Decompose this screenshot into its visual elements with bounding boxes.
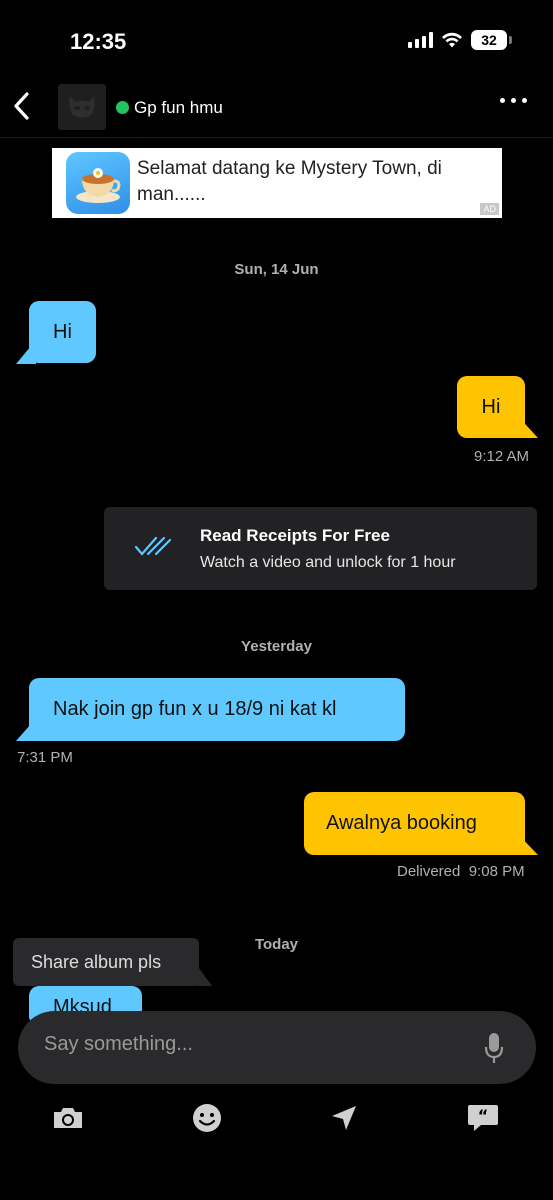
incoming-message[interactable]: Nak join gp fun x u 18/9 ni kat kl	[29, 678, 405, 741]
signal-icon	[408, 32, 433, 48]
wifi-icon	[442, 32, 462, 48]
status-icons: 32	[408, 30, 512, 50]
back-arrow-icon[interactable]	[10, 92, 34, 120]
message-time: 9:12 AM	[474, 448, 530, 465]
emoji-icon[interactable]	[189, 1100, 225, 1136]
ad-text: Selamat datang ke Mystery Town, di man..…	[137, 158, 442, 205]
message-time: 7:31 PM	[17, 749, 73, 766]
ad-badge: AD	[480, 203, 499, 215]
mask-icon	[69, 96, 95, 118]
ad-app-icon	[66, 152, 130, 214]
delivery-status-text: Delivered	[397, 863, 461, 880]
ad-banner[interactable]: Selamat datang ke Mystery Town, di man..…	[52, 148, 502, 218]
message-composer	[18, 1011, 536, 1084]
date-separator: Yesterday	[241, 638, 312, 655]
chat-header: Gp fun hmu	[0, 70, 553, 138]
quick-reply-tooltip[interactable]: Share album pls	[13, 938, 199, 986]
promo-title: Read Receipts For Free	[200, 526, 390, 545]
svg-text:“: “	[478, 1106, 489, 1125]
camera-icon[interactable]	[50, 1100, 86, 1136]
delivery-status: Delivered 9:08 PM	[397, 863, 525, 880]
microphone-icon[interactable]	[484, 1032, 504, 1064]
outgoing-message[interactable]: Awalnya booking	[304, 792, 525, 855]
battery-indicator: 32	[471, 30, 512, 50]
location-icon[interactable]	[326, 1100, 362, 1136]
bottom-toolbar: “	[0, 1100, 553, 1140]
online-status-dot	[116, 101, 129, 114]
date-separator: Sun, 14 Jun	[234, 261, 319, 278]
double-check-icon	[134, 536, 172, 556]
message-input[interactable]	[44, 1033, 464, 1056]
quick-reply-icon[interactable]: “	[465, 1100, 501, 1136]
outgoing-message[interactable]: Hi	[457, 376, 525, 438]
avatar[interactable]	[58, 84, 106, 130]
tooltip-tail	[196, 964, 212, 986]
incoming-message[interactable]: Hi	[29, 301, 96, 363]
status-time: 12:35	[70, 29, 127, 54]
read-receipts-promo[interactable]: Read Receipts For Free Watch a video and…	[104, 507, 537, 590]
chat-title[interactable]: Gp fun hmu	[134, 98, 223, 118]
promo-subtitle: Watch a video and unlock for 1 hour	[200, 554, 456, 571]
message-time: 9:08 PM	[468, 863, 525, 880]
more-options-icon[interactable]	[500, 98, 527, 103]
